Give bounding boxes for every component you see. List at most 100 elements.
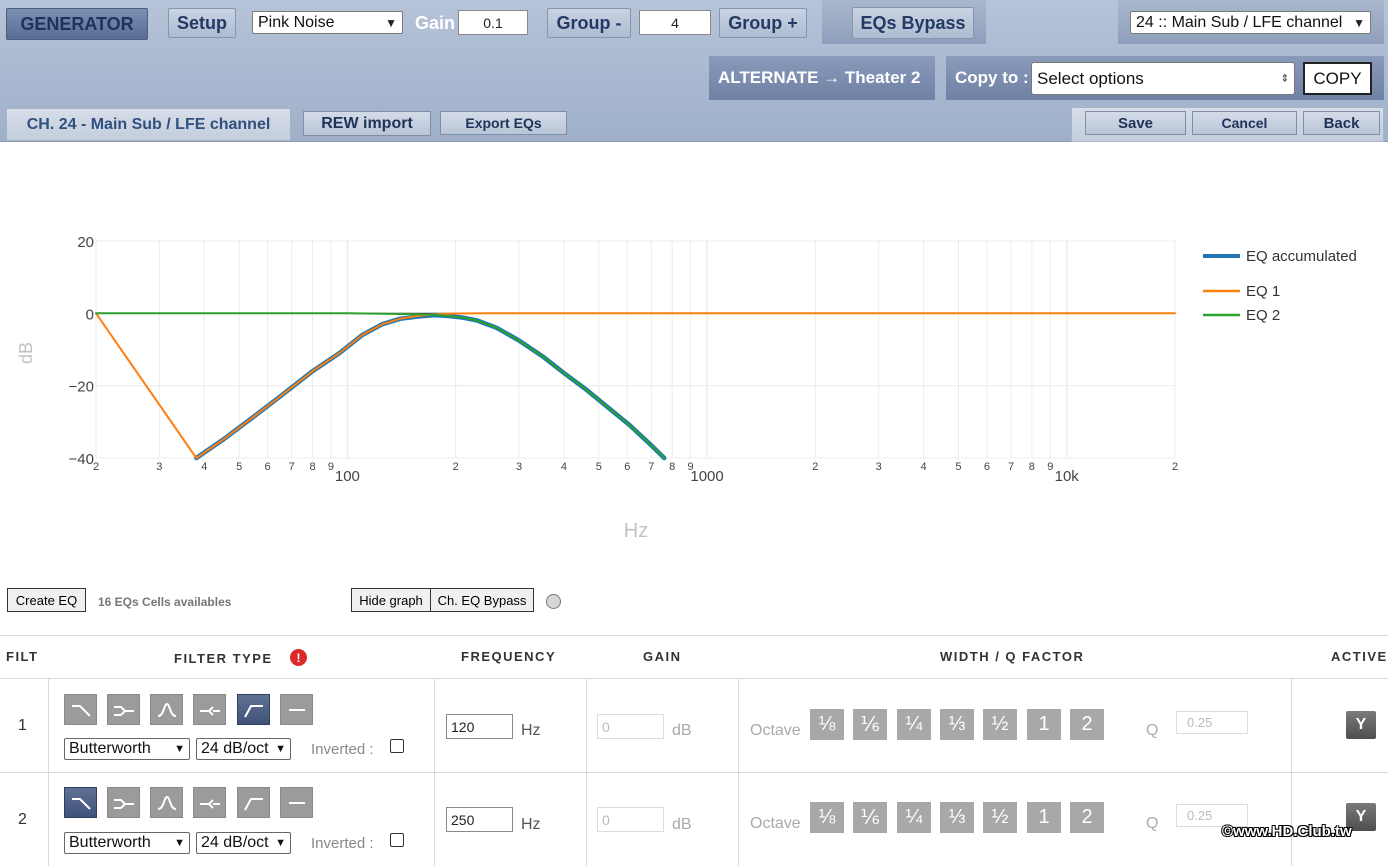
width-two-button[interactable]: 2 <box>1070 802 1104 833</box>
x-tick-label: 7 <box>1008 461 1014 473</box>
notch-filter-icon[interactable] <box>107 787 140 818</box>
gain-unit: dB <box>672 722 692 739</box>
create-eq-button[interactable]: Create EQ <box>7 588 86 612</box>
graph-legend[interactable]: EQ accumulated EQ 1 EQ 2 <box>1203 248 1357 324</box>
copy-button[interactable]: COPY <box>1303 62 1372 95</box>
width-half-button[interactable]: ½ <box>983 709 1017 740</box>
copy-target-select[interactable]: Select options ⇕ <box>1031 62 1295 95</box>
width-sixth-button[interactable]: ⅙ <box>853 802 887 833</box>
back-button[interactable]: Back <box>1303 111 1380 135</box>
q-factor-input[interactable]: 0.25 <box>1176 711 1248 734</box>
x-tick-label: 1000 <box>690 468 723 485</box>
rew-import-button[interactable]: REW import <box>303 111 431 136</box>
signal-select[interactable]: Pink Noise ▼ <box>252 11 403 34</box>
generator-button[interactable]: GENERATOR <box>6 8 148 40</box>
active-toggle-button[interactable]: Y <box>1346 711 1376 739</box>
gain-input[interactable]: 0 <box>597 714 664 739</box>
width-half-button[interactable]: ½ <box>983 802 1017 833</box>
group-input[interactable]: 4 <box>639 10 711 35</box>
col-divider <box>434 678 435 866</box>
flat-filter-icon[interactable] <box>280 787 313 818</box>
channel-select[interactable]: 24 :: Main Sub / LFE channel ▼ <box>1130 11 1371 34</box>
copy-to-label: Copy to : <box>955 68 1029 87</box>
width-quarter-button[interactable]: ¼ <box>897 802 931 833</box>
band-reject-filter-icon[interactable] <box>193 694 226 725</box>
width-two-button[interactable]: 2 <box>1070 709 1104 740</box>
x-tick-label: 10k <box>1055 468 1080 485</box>
group-minus-button[interactable]: Group - <box>547 8 631 38</box>
eqs-bypass-button[interactable]: EQs Bypass <box>852 7 974 39</box>
inverted-label: Inverted : <box>311 741 374 758</box>
slope-select[interactable]: 24 dB/oct ▼ <box>196 738 291 760</box>
width-third-button[interactable]: ⅓ <box>940 709 974 740</box>
width-sixth-button[interactable]: ⅙ <box>853 709 887 740</box>
x-tick-label: 8 <box>1029 461 1035 473</box>
x-tick-label: 8 <box>669 461 675 473</box>
x-tick-label: 5 <box>955 461 961 473</box>
width-eighth-button[interactable]: ⅛ <box>810 709 844 740</box>
col-divider <box>48 678 49 866</box>
table-top-border <box>0 635 1388 636</box>
legend-label: EQ 1 <box>1246 283 1280 300</box>
gain-input[interactable]: 0 <box>597 807 664 832</box>
cancel-button[interactable]: Cancel <box>1192 111 1297 135</box>
inverted-checkbox[interactable] <box>390 739 404 753</box>
filter-family-select[interactable]: Butterworth ▼ <box>64 738 190 760</box>
highshelf-filter-icon[interactable] <box>64 787 97 818</box>
frequency-input[interactable]: 120 <box>446 714 513 739</box>
width-eighth-button[interactable]: ⅛ <box>810 802 844 833</box>
x-tick-label: 9 <box>1047 461 1053 473</box>
y-tick-label: −40 <box>69 451 94 468</box>
band-reject-filter-icon[interactable] <box>193 787 226 818</box>
x-tick-label: 7 <box>289 461 295 473</box>
hide-graph-button[interactable]: Hide graph <box>351 588 431 612</box>
alternate-button[interactable]: ALTERNATE → Theater 2 <box>718 56 920 100</box>
inverted-checkbox[interactable] <box>390 833 404 847</box>
warning-icon[interactable]: ! <box>290 649 307 666</box>
sort-arrows-icon: ⇕ <box>1280 73 1289 84</box>
legend-label: EQ accumulated <box>1246 248 1357 265</box>
frequency-input[interactable]: 250 <box>446 807 513 832</box>
ch-eq-bypass-button[interactable]: Ch. EQ Bypass <box>430 588 534 612</box>
col-header-gain: GAIN <box>643 649 682 664</box>
width-third-button[interactable]: ⅓ <box>940 802 974 833</box>
series-line-eq-accumulated <box>194 312 667 461</box>
x-axis-label: Hz <box>624 520 648 542</box>
setup-button[interactable]: Setup <box>168 8 236 38</box>
notch-filter-icon[interactable] <box>107 694 140 725</box>
width-one-button[interactable]: 1 <box>1027 709 1061 740</box>
slope-select[interactable]: 24 dB/oct ▼ <box>196 832 291 854</box>
gain-input[interactable]: 0.1 <box>458 10 528 35</box>
flat-filter-icon[interactable] <box>280 694 313 725</box>
col-header-filt: FILT <box>6 649 39 664</box>
gain-label: Gain <box>415 12 456 33</box>
chevron-down-icon: ▼ <box>275 837 286 849</box>
highpass-filter-icon[interactable] <box>237 694 270 725</box>
x-tick-label: 5 <box>596 461 602 473</box>
q-label: Q <box>1146 722 1159 739</box>
col-header-active: ACTIVE <box>1331 649 1388 664</box>
col-header-frequency: FREQUENCY <box>461 649 557 664</box>
y-axis-label: dB <box>16 342 36 364</box>
inverted-label: Inverted : <box>311 835 374 852</box>
x-tick-label: 5 <box>236 461 242 473</box>
peak-filter-icon[interactable] <box>150 694 183 725</box>
eq-response-graph: 200−20−40 2 3 4 5 6 7 8 91002 3 4 5 6 7 8 910002 3 4 5 6 7 8… <box>16 234 1357 542</box>
highpass-filter-icon[interactable] <box>237 787 270 818</box>
highshelf-filter-icon[interactable] <box>64 694 97 725</box>
gain-unit: dB <box>672 816 692 833</box>
filter-family-select[interactable]: Butterworth ▼ <box>64 832 190 854</box>
x-tick-label: 4 <box>921 461 927 473</box>
width-quarter-button[interactable]: ¼ <box>897 709 931 740</box>
octave-label: Octave <box>750 815 801 832</box>
frequency-unit: Hz <box>521 722 541 739</box>
save-button[interactable]: Save <box>1085 111 1186 135</box>
channel-title: CH. 24 - Main Sub / LFE channel <box>6 108 291 141</box>
x-tick-label: 6 <box>265 461 271 473</box>
x-tick-label: 2 <box>812 461 818 473</box>
width-one-button[interactable]: 1 <box>1027 802 1061 833</box>
export-eqs-button[interactable]: Export EQs <box>440 111 567 135</box>
col-header-filter-type: FILTER TYPE <box>174 651 273 666</box>
peak-filter-icon[interactable] <box>150 787 183 818</box>
group-plus-button[interactable]: Group + <box>719 8 807 38</box>
